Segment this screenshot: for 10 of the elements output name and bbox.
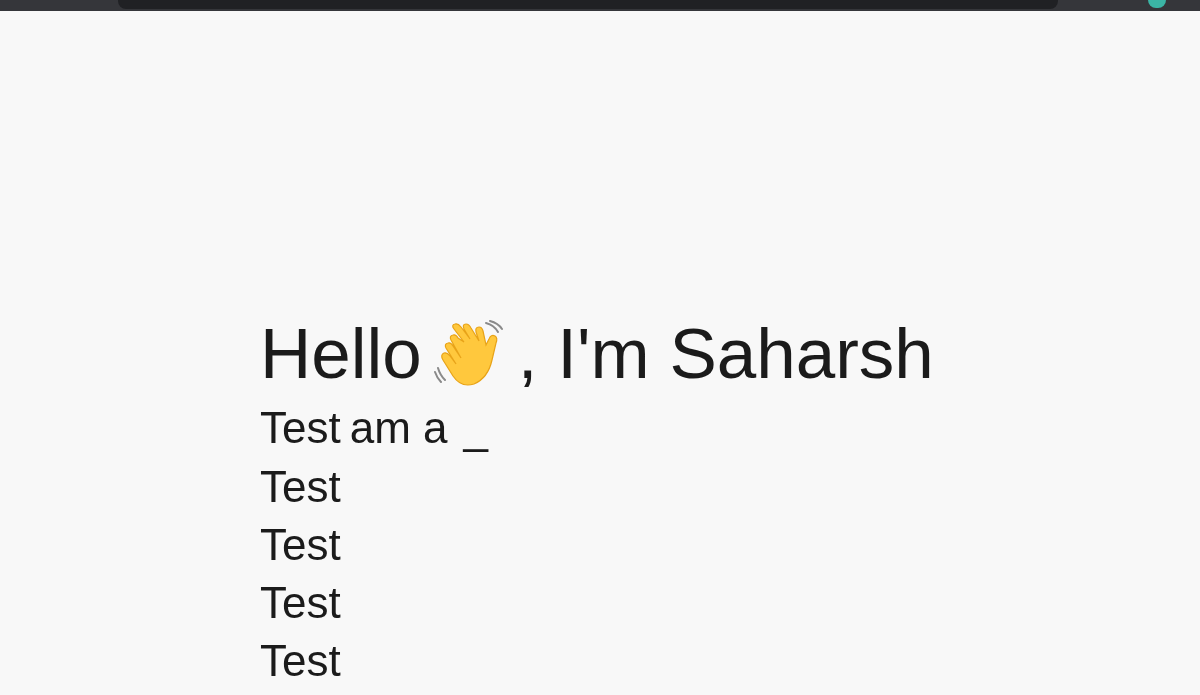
list-item-text: Test — [260, 522, 341, 568]
avatar-icon[interactable] — [1148, 0, 1166, 8]
greeting-name-text: , I'm Saharsh — [517, 313, 934, 395]
tagline-text: am a — [349, 405, 448, 451]
typing-cursor: _ — [463, 405, 488, 451]
list-item-text: Test — [260, 580, 341, 626]
list-item-text: Test — [260, 638, 341, 684]
list-item-text: Test — [260, 405, 341, 451]
list-item-text: Test — [260, 464, 341, 510]
greeting-text: Hello — [260, 313, 422, 395]
